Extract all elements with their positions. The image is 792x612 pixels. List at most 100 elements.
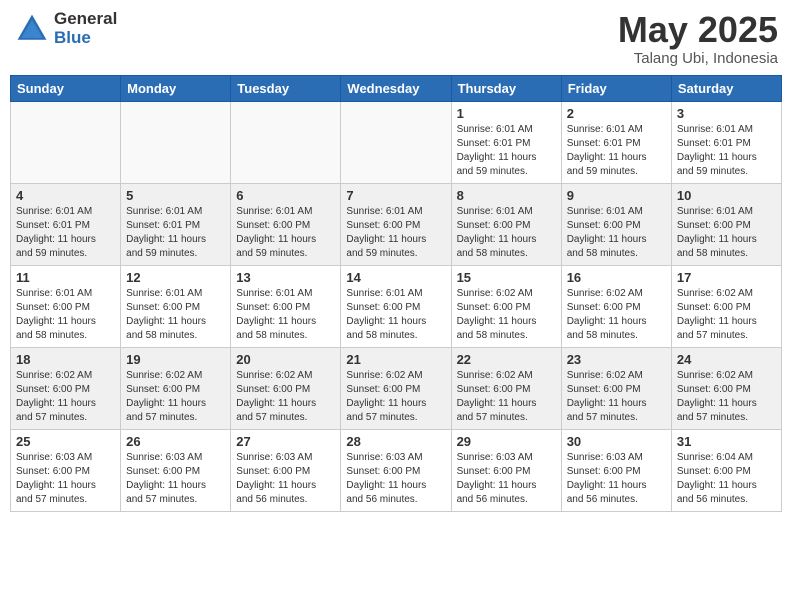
day-number: 4 [16,188,115,203]
calendar-day-cell: 3Sunrise: 6:01 AMSunset: 6:01 PMDaylight… [671,101,781,183]
day-info: Sunrise: 6:03 AMSunset: 6:00 PMDaylight:… [236,451,335,507]
day-info: Sunrise: 6:02 AMSunset: 6:00 PMDaylight:… [346,369,445,425]
day-number: 24 [677,352,776,367]
calendar-day-cell: 15 Sunrise: 6:02 AMSunset: 6:00 PMDayligh… [451,265,561,347]
day-info: Sunrise: 6:02 AMSunset: 6:00 PMDaylight:… [677,369,776,425]
day-info: Sunrise: 6:02 AMSunset: 6:00 PMDaylight:… [457,369,556,425]
calendar-day-cell: 11 Sunrise: 6:01 AMSunset: 6:00 PMDayligh… [11,265,121,347]
calendar-day-cell: 1 Sunrise: 6:01 AMSunset: 6:01 PMDaylight… [451,101,561,183]
calendar-day-cell: 13 Sunrise: 6:01 AMSunset: 6:00 PMDayligh… [231,265,341,347]
calendar-day-cell: 10 Sunrise: 6:01 AMSunset: 6:00 PMDayligh… [671,183,781,265]
calendar-week-row: 11 Sunrise: 6:01 AMSunset: 6:00 PMDayligh… [11,265,782,347]
calendar-table: SundayMondayTuesdayWednesdayThursdayFrid… [10,75,782,512]
calendar-day-cell: 28Sunrise: 6:03 AMSunset: 6:00 PMDayligh… [341,429,451,511]
day-number: 12 [126,270,225,285]
day-info: Sunrise: 6:01 AMSunset: 6:00 PMDaylight:… [16,287,115,343]
day-info: Sunrise: 6:03 AMSunset: 6:00 PMDaylight:… [16,451,115,507]
day-info: Sunrise: 6:02 AMSunset: 6:00 PMDaylight:… [16,369,115,425]
day-info: Sunrise: 6:02 AMSunset: 6:00 PMDaylight:… [567,369,666,425]
calendar-week-row: 18 Sunrise: 6:02 AMSunset: 6:00 PMDayligh… [11,347,782,429]
day-info: Sunrise: 6:01 AMSunset: 6:01 PMDaylight:… [567,123,666,179]
title-block: May 2025 Talang Ubi, Indonesia [618,10,778,67]
day-number: 25 [16,434,115,449]
day-number: 8 [457,188,556,203]
day-info: Sunrise: 6:01 AMSunset: 6:00 PMDaylight:… [677,205,776,261]
day-info: Sunrise: 6:02 AMSunset: 6:00 PMDaylight:… [236,369,335,425]
calendar-day-cell: 22 Sunrise: 6:02 AMSunset: 6:00 PMDayligh… [451,347,561,429]
calendar-day-cell [341,101,451,183]
day-info: Sunrise: 6:01 AMSunset: 6:00 PMDaylight:… [236,287,335,343]
day-info: Sunrise: 6:01 AMSunset: 6:00 PMDaylight:… [236,205,335,261]
logo: General Blue [14,10,117,47]
day-number: 20 [236,352,335,367]
weekday-header-friday: Friday [561,75,671,101]
calendar-week-row: 4 Sunrise: 6:01 AMSunset: 6:01 PMDaylight… [11,183,782,265]
day-info: Sunrise: 6:01 AMSunset: 6:01 PMDaylight:… [457,123,556,179]
calendar-day-cell [231,101,341,183]
weekday-header-monday: Monday [121,75,231,101]
day-number: 22 [457,352,556,367]
day-number: 16 [567,270,666,285]
calendar-day-cell: 26 Sunrise: 6:03 AMSunset: 6:00 PMDayligh… [121,429,231,511]
calendar-day-cell: 31 Sunrise: 6:04 AMSunset: 6:00 PMDayligh… [671,429,781,511]
title-location: Talang Ubi, Indonesia [618,50,778,67]
calendar-header-row: SundayMondayTuesdayWednesdayThursdayFrid… [11,75,782,101]
day-info: Sunrise: 6:01 AMSunset: 6:00 PMDaylight:… [346,287,445,343]
day-number: 14 [346,270,445,285]
day-number: 2 [567,106,666,121]
calendar-day-cell: 30Sunrise: 6:03 AMSunset: 6:00 PMDayligh… [561,429,671,511]
day-info: Sunrise: 6:01 AMSunset: 6:00 PMDaylight:… [346,205,445,261]
calendar-day-cell [11,101,121,183]
calendar-day-cell: 20 Sunrise: 6:02 AMSunset: 6:00 PMDayligh… [231,347,341,429]
calendar-day-cell [121,101,231,183]
day-number: 3 [677,106,776,121]
day-number: 13 [236,270,335,285]
day-number: 28 [346,434,445,449]
weekday-header-saturday: Saturday [671,75,781,101]
day-info: Sunrise: 6:03 AMSunset: 6:00 PMDaylight:… [567,451,666,507]
day-number: 19 [126,352,225,367]
page-header: General Blue May 2025 Talang Ubi, Indone… [10,10,782,67]
day-number: 15 [457,270,556,285]
calendar-day-cell: 7 Sunrise: 6:01 AMSunset: 6:00 PMDaylight… [341,183,451,265]
weekday-header-tuesday: Tuesday [231,75,341,101]
day-info: Sunrise: 6:04 AMSunset: 6:00 PMDaylight:… [677,451,776,507]
calendar-week-row: 1 Sunrise: 6:01 AMSunset: 6:01 PMDaylight… [11,101,782,183]
day-number: 11 [16,270,115,285]
day-number: 1 [457,106,556,121]
day-number: 9 [567,188,666,203]
logo-general: General [54,10,117,29]
weekday-header-wednesday: Wednesday [341,75,451,101]
day-info: Sunrise: 6:02 AMSunset: 6:00 PMDaylight:… [567,287,666,343]
day-number: 31 [677,434,776,449]
day-info: Sunrise: 6:02 AMSunset: 6:00 PMDaylight:… [457,287,556,343]
weekday-header-thursday: Thursday [451,75,561,101]
calendar-day-cell: 19Sunrise: 6:02 AMSunset: 6:00 PMDayligh… [121,347,231,429]
day-number: 17 [677,270,776,285]
day-number: 29 [457,434,556,449]
logo-icon [14,11,50,47]
calendar-day-cell: 14 Sunrise: 6:01 AMSunset: 6:00 PMDayligh… [341,265,451,347]
calendar-day-cell: 16 Sunrise: 6:02 AMSunset: 6:00 PMDayligh… [561,265,671,347]
day-info: Sunrise: 6:01 AMSunset: 6:01 PMDaylight:… [16,205,115,261]
day-info: Sunrise: 6:01 AMSunset: 6:00 PMDaylight:… [567,205,666,261]
day-info: Sunrise: 6:01 AMSunset: 6:00 PMDaylight:… [457,205,556,261]
calendar-day-cell: 12 Sunrise: 6:01 AMSunset: 6:00 PMDayligh… [121,265,231,347]
day-info: Sunrise: 6:03 AMSunset: 6:00 PMDaylight:… [126,451,225,507]
calendar-day-cell: 18 Sunrise: 6:02 AMSunset: 6:00 PMDayligh… [11,347,121,429]
day-info: Sunrise: 6:01 AMSunset: 6:00 PMDaylight:… [126,287,225,343]
weekday-header-sunday: Sunday [11,75,121,101]
day-number: 21 [346,352,445,367]
day-number: 10 [677,188,776,203]
day-number: 26 [126,434,225,449]
day-number: 5 [126,188,225,203]
day-number: 23 [567,352,666,367]
calendar-day-cell: 9 Sunrise: 6:01 AMSunset: 6:00 PMDaylight… [561,183,671,265]
calendar-day-cell: 8 Sunrise: 6:01 AMSunset: 6:00 PMDaylight… [451,183,561,265]
calendar-day-cell: 6Sunrise: 6:01 AMSunset: 6:00 PMDaylight… [231,183,341,265]
day-number: 27 [236,434,335,449]
day-number: 7 [346,188,445,203]
calendar-day-cell: 21 Sunrise: 6:02 AMSunset: 6:00 PMDayligh… [341,347,451,429]
day-number: 18 [16,352,115,367]
calendar-day-cell: 2 Sunrise: 6:01 AMSunset: 6:01 PMDaylight… [561,101,671,183]
